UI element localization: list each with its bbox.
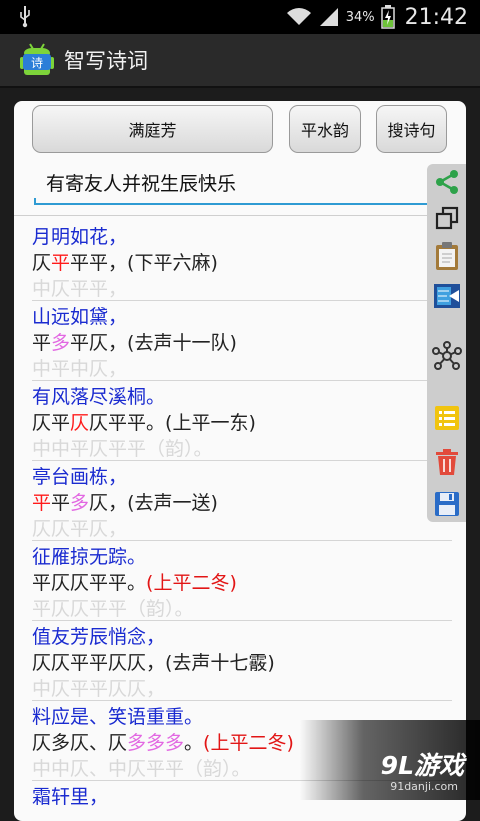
side-toolbar — [427, 164, 466, 522]
watermark: 9L游戏 91danji.com — [300, 720, 480, 800]
app-logo-icon: 诗 — [20, 43, 54, 75]
list-icon[interactable] — [431, 402, 463, 434]
tune-select-button[interactable]: 满庭芳 — [32, 105, 273, 153]
verse-text[interactable]: 料应是、笑语重重。 — [32, 705, 203, 729]
verse-text[interactable]: 月明如花， — [32, 225, 127, 249]
tone-pattern: 仄仄平平仄仄，(去声十七霰) — [32, 652, 275, 674]
verse-block[interactable]: 值友芳辰悄念， 仄仄平平仄仄，(去声十七霰) 中仄平平仄仄， — [32, 621, 452, 701]
verse-text[interactable]: 有风落尽溪桐。 — [32, 385, 165, 409]
verse-block[interactable]: 征雁掠无踪。平仄仄平平。(上平二冬) 平仄仄平平（韵）。 — [32, 541, 452, 621]
action-bar: 诗 智写诗词 — [0, 34, 480, 88]
delete-icon[interactable] — [431, 446, 463, 478]
verse-block[interactable]: 有风落尽溪桐。仄平仄仄平平。(上平一东) 中中平仄平平（韵）。 — [32, 381, 452, 461]
watermark-logo: 9L游戏 — [380, 751, 464, 780]
verse-text[interactable]: 征雁掠无踪。 — [32, 545, 146, 569]
tone-template: 平仄仄平平（韵）。 — [32, 598, 194, 620]
clipboard-icon[interactable] — [431, 240, 463, 272]
verse-block[interactable]: 月明如花， 仄平平平，(下平六麻) 中仄平平， — [32, 221, 452, 301]
verse-text[interactable]: 亭台画栋， — [32, 465, 127, 489]
status-bar: 34% 21:42 — [0, 0, 480, 34]
svg-text:诗: 诗 — [31, 56, 43, 70]
signal-icon — [319, 8, 338, 26]
battery-charging-icon — [380, 5, 395, 29]
dictionary-icon[interactable] — [431, 280, 463, 312]
tone-pattern: 仄平仄仄平平。(上平一东) — [32, 412, 256, 434]
divider — [14, 215, 466, 216]
tone-pattern: 平仄仄平平。(上平二冬) — [32, 572, 237, 594]
poem-title-field[interactable]: 有寄友人并祝生辰快乐 — [34, 165, 444, 209]
watermark-url: 91danji.com — [390, 780, 458, 793]
wifi-icon — [286, 8, 311, 25]
tone-template: 中仄平平， — [32, 278, 128, 300]
verse-text[interactable]: 值友芳辰悄念， — [32, 625, 165, 649]
save-icon[interactable] — [431, 488, 463, 520]
tone-pattern: 平平多仄，(去声一送) — [32, 492, 218, 514]
verse-block[interactable]: 山远如黛， 平多平仄，(去声十一队) 中平中仄， — [32, 301, 452, 381]
battery-percentage: 34% — [345, 9, 375, 25]
tone-pattern: 仄多仄、仄多多多。(上平二冬) — [32, 732, 294, 754]
tone-template: 中平中仄， — [32, 358, 128, 380]
verse-text[interactable]: 山远如黛， — [32, 305, 127, 329]
search-verse-button[interactable]: 搜诗句 — [376, 105, 447, 153]
tone-template: 中仄平平仄仄， — [32, 678, 166, 700]
verse-text[interactable]: 霜轩里， — [32, 785, 108, 809]
clock: 21:42 — [404, 4, 468, 30]
app-title: 智写诗词 — [64, 49, 148, 73]
verse-block[interactable]: 亭台画栋， 平平多仄，(去声一送) 仄仄平仄， — [32, 461, 452, 541]
main-panel: 满庭芳 平水韵 搜诗句 有寄友人并祝生辰快乐 月明如花， 仄平平平，(下平六麻) 中… — [14, 101, 466, 821]
share-icon[interactable] — [431, 166, 463, 198]
usb-icon — [20, 6, 30, 28]
tone-template: 中中仄、中仄平平（韵）。 — [32, 758, 251, 780]
tone-template: 仄仄平仄， — [32, 518, 128, 540]
rhyme-scheme-button[interactable]: 平水韵 — [289, 105, 361, 153]
poem-title-text: 有寄友人并祝生辰快乐 — [46, 173, 237, 195]
network-icon[interactable] — [431, 340, 463, 372]
copy-icon[interactable] — [431, 202, 463, 234]
tone-pattern: 平多平仄，(去声十一队) — [32, 332, 237, 354]
tone-template: 中中平仄平平（韵）。 — [32, 438, 213, 460]
tone-pattern: 仄平平平，(下平六麻) — [32, 252, 218, 274]
title-underline — [34, 198, 444, 205]
